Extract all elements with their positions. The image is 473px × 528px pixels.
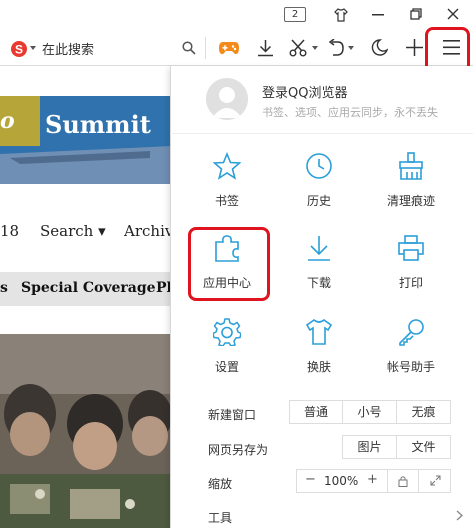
- nav-archive[interactable]: Archiv: [124, 222, 173, 240]
- menu-item-label: 打印: [398, 276, 423, 290]
- zoom-value: 100%: [324, 474, 359, 488]
- plus-icon[interactable]: [406, 39, 423, 56]
- toolbar-separator: [205, 37, 206, 59]
- strip-item-special-coverage[interactable]: Special Coverage: [21, 280, 156, 296]
- gamepad-icon[interactable]: [218, 40, 240, 56]
- avatar[interactable]: [206, 78, 248, 120]
- zoom-lock-button[interactable]: [387, 469, 419, 493]
- menu-item-bookmarks[interactable]: 书签: [187, 152, 267, 214]
- menu-item-print[interactable]: 打印: [371, 234, 451, 296]
- strip-item-fragment[interactable]: s: [0, 280, 8, 296]
- scissors-dropdown-icon[interactable]: [312, 46, 318, 50]
- menu-item-label: 书签: [214, 194, 239, 208]
- engine-dropdown-icon[interactable]: [30, 46, 36, 50]
- undo-dropdown-icon[interactable]: [348, 46, 354, 50]
- printer-icon: [371, 234, 451, 262]
- menu-item-settings[interactable]: 设置: [187, 318, 267, 380]
- nav-item-fragment[interactable]: 18: [0, 222, 19, 240]
- fullscreen-button[interactable]: [418, 469, 451, 493]
- chevron-right-icon[interactable]: [456, 510, 463, 521]
- gear-icon: [187, 318, 267, 346]
- banner-title: Summit: [45, 110, 151, 139]
- zoom-label: 缩放: [208, 477, 233, 491]
- menu-item-clear-traces[interactable]: 清理痕迹: [371, 152, 451, 214]
- nav-search[interactable]: Search ▾: [40, 222, 106, 240]
- title-bar: [0, 0, 473, 30]
- restore-icon[interactable]: [410, 8, 422, 20]
- tools-label[interactable]: 工具: [208, 509, 232, 526]
- svg-text:S: S: [15, 43, 23, 57]
- login-title[interactable]: 登录QQ浏览器: [262, 82, 347, 101]
- tshirt-icon: [279, 318, 359, 346]
- login-subtitle: 书签、选项、应用云同步，永不丢失: [262, 106, 438, 119]
- search-icon[interactable]: [182, 41, 196, 55]
- menu-item-label: 下载: [306, 276, 331, 290]
- menu-item-label: 清理痕迹: [386, 194, 435, 208]
- search-input[interactable]: 在此搜索: [42, 39, 94, 58]
- new-window-normal-button[interactable]: 普通: [289, 400, 343, 424]
- star-icon: [187, 152, 267, 180]
- panel-divider: [170, 133, 473, 134]
- moon-icon[interactable]: [371, 39, 388, 56]
- new-window-incognito-button[interactable]: 无痕: [396, 400, 451, 424]
- menu-item-download[interactable]: 下载: [279, 234, 359, 296]
- menu-item-skin[interactable]: 换肤: [279, 318, 359, 380]
- clock-icon: [279, 152, 359, 180]
- new-window-label: 新建窗口: [208, 408, 257, 422]
- skin-shirt-icon[interactable]: [334, 8, 348, 22]
- banner-prefix-text: o: [0, 108, 15, 134]
- expand-icon: [430, 475, 441, 486]
- download-icon[interactable]: [257, 39, 274, 57]
- tab-count-badge[interactable]: 2: [284, 7, 306, 22]
- close-icon[interactable]: [447, 8, 459, 20]
- save-page-label: 网页另存为: [208, 443, 269, 457]
- download-icon: [279, 234, 359, 262]
- scissors-icon[interactable]: [289, 39, 307, 57]
- menu-item-label: 历史: [306, 194, 331, 208]
- menu-item-label: 设置: [214, 360, 239, 374]
- key-icon: [371, 318, 451, 346]
- save-page-file-button[interactable]: 文件: [396, 435, 451, 459]
- zoom-out-button[interactable]: −: [305, 472, 316, 487]
- app-center-highlight: [188, 227, 270, 301]
- menu-item-account-helper[interactable]: 帐号助手: [371, 318, 451, 380]
- sogou-logo-icon[interactable]: S: [10, 40, 28, 58]
- broom-icon: [371, 152, 451, 180]
- minimize-icon[interactable]: [372, 14, 384, 16]
- save-page-image-button[interactable]: 图片: [342, 435, 397, 459]
- lock-icon: [398, 475, 408, 487]
- undo-icon[interactable]: [328, 39, 344, 57]
- menu-item-label: 换肤: [306, 360, 331, 374]
- menu-item-label: 帐号助手: [386, 360, 435, 374]
- new-window-small-button[interactable]: 小号: [342, 400, 397, 424]
- zoom-in-button[interactable]: +: [367, 472, 378, 487]
- news-photo: [0, 334, 172, 528]
- menu-item-history[interactable]: 历史: [279, 152, 359, 214]
